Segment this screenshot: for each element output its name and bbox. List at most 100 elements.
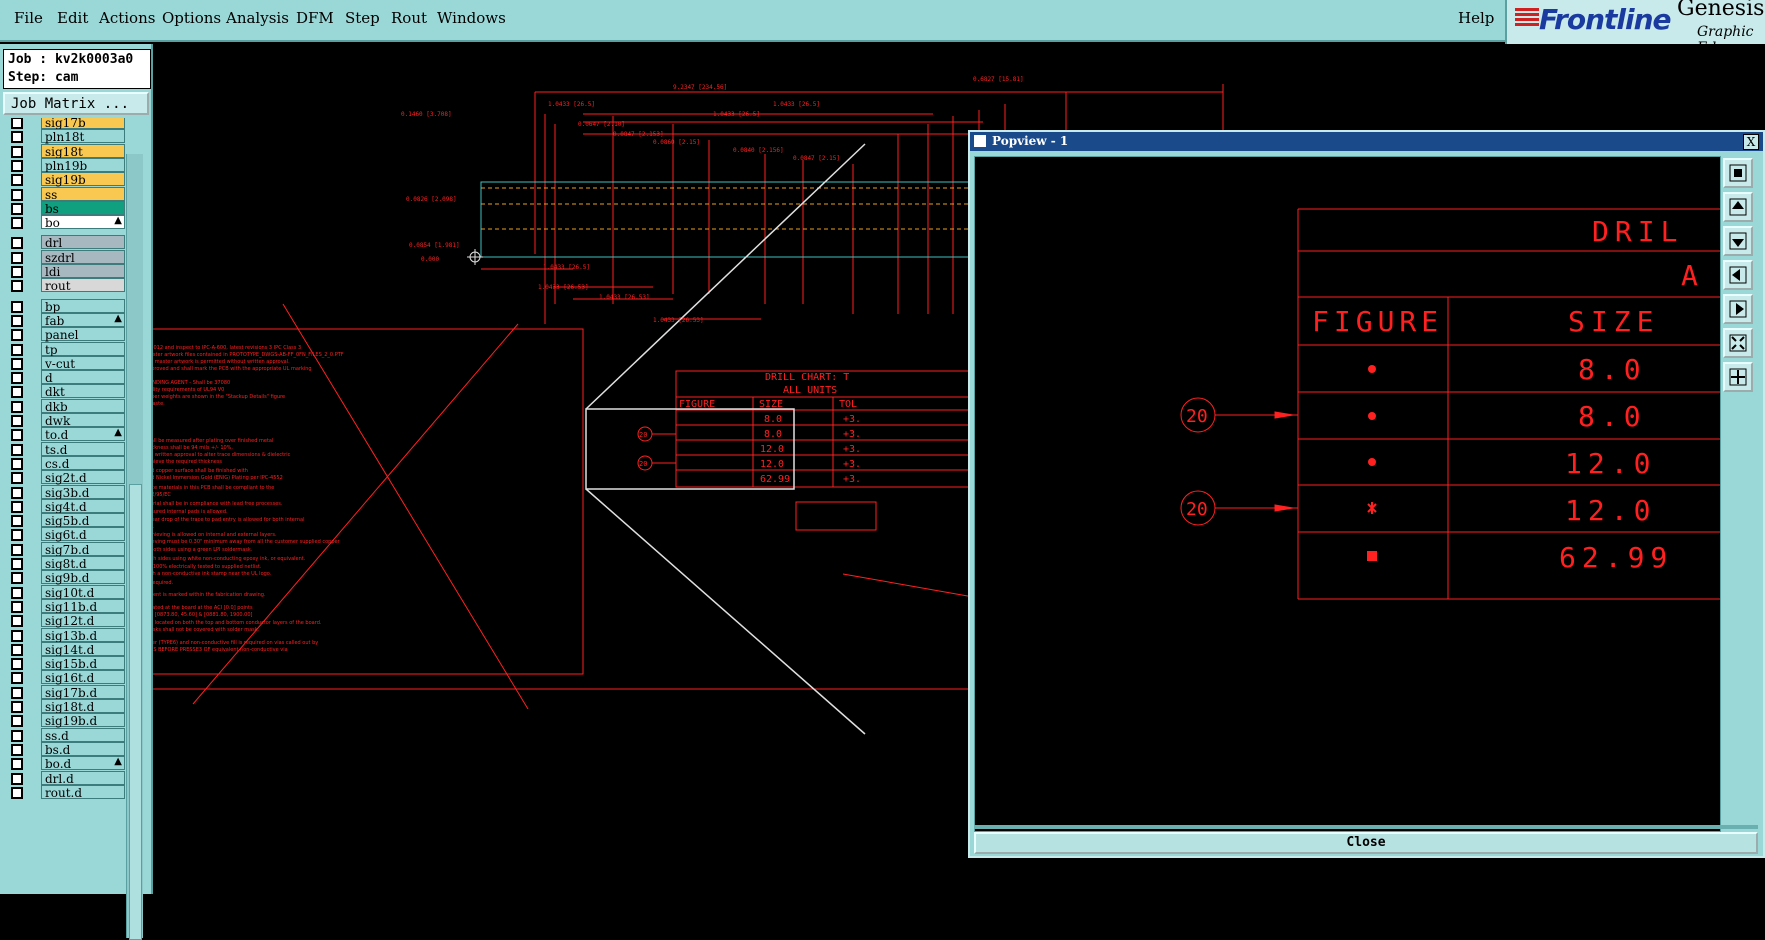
layer-name[interactable]: pln19b — [41, 157, 125, 173]
scrollbar-thumb[interactable] — [129, 484, 142, 940]
layer-row[interactable]: sig7b.d — [3, 541, 125, 557]
pan-left-icon[interactable] — [1723, 260, 1753, 290]
layer-name[interactable]: bs — [41, 200, 125, 216]
layer-checkbox[interactable] — [11, 280, 23, 293]
layer-name[interactable]: sig19b.d — [41, 713, 125, 728]
layer-name[interactable]: drl.d — [41, 770, 125, 786]
close-icon[interactable]: X — [1743, 134, 1759, 150]
layer-row[interactable]: drl — [3, 235, 125, 250]
layer-row[interactable]: sig17b.d — [3, 684, 125, 700]
layer-row[interactable]: bp — [3, 298, 125, 314]
layer-checkbox[interactable] — [11, 443, 23, 456]
layer-row[interactable]: d — [3, 370, 125, 385]
layer-checkbox[interactable] — [11, 300, 23, 313]
pan-down-icon[interactable] — [1723, 226, 1753, 256]
menu-dfm[interactable]: DFM — [296, 9, 334, 27]
pan-up-icon[interactable] — [1723, 192, 1753, 222]
layer-checkbox[interactable] — [11, 515, 23, 528]
layer-row[interactable]: sig18t.d — [3, 699, 125, 714]
layer-checkbox[interactable] — [11, 772, 23, 785]
layer-row[interactable]: fab ▲ — [3, 312, 125, 328]
layer-name[interactable]: ts.d — [41, 441, 125, 457]
layer-name[interactable]: sig13b.d — [41, 627, 125, 643]
layer-name[interactable]: drl — [41, 235, 125, 250]
layer-row[interactable]: ss — [3, 186, 125, 202]
layer-checkbox[interactable] — [11, 266, 23, 278]
layer-name[interactable]: sig3b.d — [41, 484, 125, 500]
layer-name[interactable]: szdrl — [41, 249, 125, 265]
layer-checkbox[interactable] — [11, 251, 23, 264]
layer-name[interactable]: bo — [41, 215, 125, 230]
layer-checkbox[interactable] — [11, 131, 23, 144]
layer-checkbox[interactable] — [11, 758, 23, 771]
layer-name[interactable]: ss.d — [41, 727, 125, 743]
layer-name[interactable]: sig2t.d — [41, 470, 125, 485]
layer-name[interactable]: to.d — [41, 427, 125, 442]
layer-name[interactable]: sig15b.d — [41, 656, 125, 671]
layer-checkbox[interactable] — [11, 145, 23, 158]
window-menu-icon[interactable] — [974, 135, 986, 147]
layer-checkbox[interactable] — [11, 188, 23, 201]
layer-checkbox[interactable] — [11, 672, 23, 685]
layer-row[interactable]: sig19b — [3, 172, 125, 187]
layer-scrollbar[interactable] — [126, 154, 143, 940]
layer-row[interactable]: sig2t.d — [3, 470, 125, 485]
layer-name[interactable]: rout — [41, 278, 125, 293]
layer-row[interactable]: bs — [3, 200, 125, 216]
layer-name[interactable]: sig10t.d — [41, 584, 125, 600]
layer-row[interactable]: cs.d — [3, 455, 125, 471]
layer-row[interactable]: rout.d — [3, 784, 125, 800]
layer-row[interactable]: sig9b.d — [3, 570, 125, 585]
layer-checkbox[interactable] — [11, 715, 23, 728]
menu-analysis[interactable]: Analysis — [226, 9, 289, 27]
layer-checkbox[interactable] — [11, 118, 23, 129]
layer-row[interactable]: sig16t.d — [3, 670, 125, 685]
layer-row[interactable]: sig10t.d — [3, 584, 125, 600]
layer-checkbox[interactable] — [11, 500, 23, 513]
layer-row[interactable]: bs.d — [3, 741, 125, 757]
layer-checkbox[interactable] — [11, 600, 23, 613]
layer-checkbox[interactable] — [11, 472, 23, 485]
menu-windows[interactable]: Windows — [437, 9, 506, 27]
layer-row[interactable]: sig3b.d — [3, 484, 125, 500]
layer-checkbox[interactable] — [11, 237, 23, 250]
layer-checkbox[interactable] — [11, 357, 23, 370]
layer-row[interactable]: drl.d — [3, 770, 125, 786]
layer-row[interactable]: tp — [3, 341, 125, 357]
layer-checkbox[interactable] — [11, 429, 23, 442]
layer-checkbox[interactable] — [11, 558, 23, 570]
layer-row[interactable]: sig11b.d — [3, 598, 125, 614]
layer-row[interactable]: ss.d — [3, 727, 125, 743]
layer-row[interactable]: dkt — [3, 384, 125, 399]
layer-name[interactable]: d — [41, 370, 125, 385]
layer-checkbox[interactable] — [11, 372, 23, 385]
layer-checkbox[interactable] — [11, 486, 23, 499]
layer-name[interactable]: rout.d — [41, 784, 125, 800]
layer-row[interactable]: to.d ▲ — [3, 427, 125, 442]
zoom-fit-icon[interactable] — [1723, 158, 1753, 188]
layer-checkbox[interactable] — [11, 586, 23, 599]
layer-checkbox[interactable] — [11, 786, 23, 799]
layer-checkbox[interactable] — [11, 400, 23, 413]
menu-options[interactable]: Options — [162, 9, 221, 27]
layer-checkbox[interactable] — [11, 314, 23, 327]
layer-row[interactable]: sig4t.d — [3, 498, 125, 514]
layer-row[interactable]: sig15b.d — [3, 656, 125, 671]
layer-row[interactable]: v-cut — [3, 355, 125, 371]
layer-checkbox[interactable] — [11, 658, 23, 671]
layer-name[interactable]: sig6t.d — [41, 527, 125, 542]
layer-name[interactable]: sig7b.d — [41, 541, 125, 557]
layer-checkbox[interactable] — [11, 217, 23, 230]
layer-name[interactable]: dkt — [41, 384, 125, 399]
layer-row[interactable]: sig5b.d — [3, 513, 125, 528]
layer-checkbox[interactable] — [11, 543, 23, 556]
layer-checkbox[interactable] — [11, 415, 23, 427]
layer-checkbox[interactable] — [11, 629, 23, 642]
layer-name[interactable]: sig9b.d — [41, 570, 125, 585]
layer-row[interactable]: pln18t — [3, 129, 125, 144]
layer-name[interactable]: sig17b.d — [41, 684, 125, 700]
layer-name[interactable]: pln18t — [41, 129, 125, 144]
pan-right-icon[interactable] — [1723, 294, 1753, 324]
layer-row[interactable]: ldi — [3, 264, 125, 279]
layer-name[interactable]: sig19b — [41, 172, 125, 187]
